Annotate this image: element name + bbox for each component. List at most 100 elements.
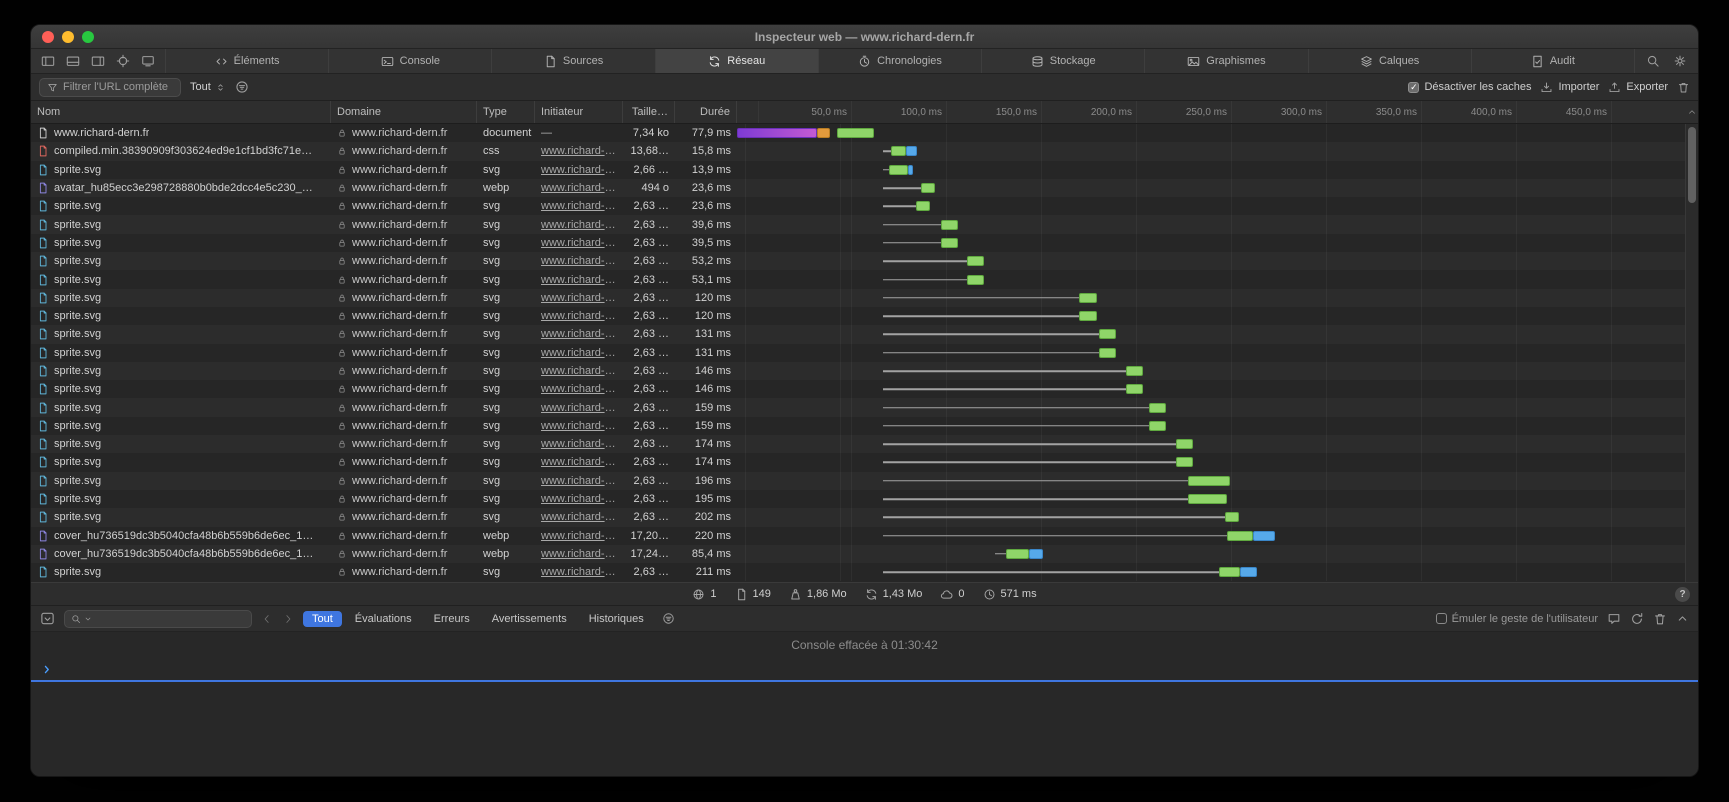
tab-console[interactable]: Console xyxy=(329,49,492,73)
close-button[interactable] xyxy=(42,31,54,43)
network-row[interactable]: sprite.svgwww.richard-dern.frsvgwww.rich… xyxy=(31,398,1698,416)
reload-page-icon[interactable] xyxy=(1630,612,1644,626)
console-scope-historiques[interactable]: Historiques xyxy=(580,611,653,627)
initiator-link[interactable]: www.richard-d… xyxy=(541,200,617,212)
minimize-button[interactable] xyxy=(62,31,74,43)
initiator-link[interactable]: www.richard-d… xyxy=(541,402,617,414)
network-row[interactable]: sprite.svgwww.richard-dern.frsvgwww.rich… xyxy=(31,344,1698,362)
panel-right-icon[interactable] xyxy=(91,54,105,68)
initiator-link[interactable]: www.richard-d… xyxy=(541,255,617,267)
next-result-button[interactable] xyxy=(282,613,294,625)
network-row[interactable]: sprite.svgwww.richard-dern.frsvgwww.rich… xyxy=(31,161,1698,179)
initiator-link[interactable]: www.richard-d… xyxy=(541,219,617,231)
tab-audit[interactable]: Audit xyxy=(1472,49,1635,73)
network-row[interactable]: sprite.svgwww.richard-dern.frsvgwww.rich… xyxy=(31,472,1698,490)
initiator-link[interactable]: www.richard-d… xyxy=(541,438,617,450)
network-row[interactable]: sprite.svgwww.richard-dern.frsvgwww.rich… xyxy=(31,307,1698,325)
initiator-link[interactable]: www.richard-d… xyxy=(541,328,617,340)
network-row[interactable]: sprite.svgwww.richard-dern.frsvgwww.rich… xyxy=(31,435,1698,453)
network-row[interactable]: sprite.svgwww.richard-dern.frsvgwww.rich… xyxy=(31,508,1698,526)
clear-console-trash-icon[interactable] xyxy=(1653,612,1667,626)
type-filter-dropdown[interactable]: Tout xyxy=(190,81,226,93)
console-scope-evaluations[interactable]: Évaluations xyxy=(346,611,421,627)
network-row[interactable]: sprite.svgwww.richard-dern.frsvgwww.rich… xyxy=(31,215,1698,233)
element-picker-icon[interactable] xyxy=(116,54,130,68)
network-row[interactable]: cover_hu736519dc3b5040cfa48b6b559b6de6ec… xyxy=(31,527,1698,545)
console-search-input[interactable] xyxy=(64,610,252,628)
console-evaluations-icon[interactable] xyxy=(1607,612,1621,626)
column-header-init[interactable]: Initiateur xyxy=(535,101,623,123)
tab-storage[interactable]: Stockage xyxy=(982,49,1145,73)
network-row[interactable]: sprite.svgwww.richard-dern.frsvgwww.rich… xyxy=(31,197,1698,215)
scroll-to-top-icon[interactable] xyxy=(1685,101,1698,123)
network-row[interactable]: sprite.svgwww.richard-dern.frsvgwww.rich… xyxy=(31,453,1698,471)
import-button[interactable]: Importer xyxy=(1540,81,1599,94)
export-button[interactable]: Exporter xyxy=(1608,81,1668,94)
network-row[interactable]: compiled.min.38390909f303624ed9e1cf1bd3f… xyxy=(31,142,1698,160)
panel-left-icon[interactable] xyxy=(41,54,55,68)
console-scope-erreurs[interactable]: Erreurs xyxy=(425,611,479,627)
panel-bottom-icon[interactable] xyxy=(66,54,80,68)
settings-gear-icon[interactable] xyxy=(1673,54,1687,68)
column-header-dur[interactable]: Durée xyxy=(675,101,737,123)
expand-console-icon[interactable] xyxy=(1676,612,1689,625)
network-row[interactable]: sprite.svgwww.richard-dern.frsvgwww.rich… xyxy=(31,490,1698,508)
search-icon[interactable] xyxy=(1646,54,1660,68)
zoom-button[interactable] xyxy=(82,31,94,43)
scrollbar-thumb[interactable] xyxy=(1688,127,1696,203)
tab-network[interactable]: Réseau xyxy=(656,49,819,73)
device-icon[interactable] xyxy=(141,54,155,68)
initiator-link[interactable]: www.richard-d… xyxy=(541,420,617,432)
network-row[interactable]: sprite.svgwww.richard-dern.frsvgwww.rich… xyxy=(31,362,1698,380)
filter-toggle-icon[interactable] xyxy=(235,80,249,94)
help-button[interactable]: ? xyxy=(1675,587,1690,602)
vertical-scrollbar[interactable] xyxy=(1685,124,1698,582)
initiator-link[interactable]: www.richard-d… xyxy=(541,182,617,194)
disable-caches-checkbox[interactable]: ✓ Désactiver les caches xyxy=(1408,81,1531,93)
initiator-link[interactable]: www.richard-d… xyxy=(541,310,617,322)
tab-elements[interactable]: Éléments xyxy=(166,49,329,73)
console-dock-icon[interactable] xyxy=(40,611,55,626)
initiator-link[interactable]: www.richard-d… xyxy=(541,548,617,560)
tab-timelines[interactable]: Chronologies xyxy=(819,49,982,73)
initiator-link[interactable]: www.richard-d… xyxy=(541,365,617,377)
tab-layers[interactable]: Calques xyxy=(1309,49,1472,73)
tab-sources[interactable]: Sources xyxy=(492,49,655,73)
initiator-link[interactable]: www.richard-d… xyxy=(541,164,617,176)
initiator-link[interactable]: www.richard-d… xyxy=(541,292,617,304)
previous-result-button[interactable] xyxy=(261,613,273,625)
url-filter-input[interactable]: Filtrer l'URL complète xyxy=(39,78,181,97)
network-row[interactable]: sprite.svgwww.richard-dern.frsvgwww.rich… xyxy=(31,270,1698,288)
console-prompt-input[interactable] xyxy=(31,658,1698,682)
column-header-name[interactable]: Nom xyxy=(31,101,331,123)
network-row[interactable]: sprite.svgwww.richard-dern.frsvgwww.rich… xyxy=(31,325,1698,343)
network-row[interactable]: www.richard-dern.frwww.richard-dern.frdo… xyxy=(31,124,1698,142)
network-row[interactable]: sprite.svgwww.richard-dern.frsvgwww.rich… xyxy=(31,380,1698,398)
console-scope-tout[interactable]: Tout xyxy=(303,611,342,627)
network-row[interactable]: cover_hu736519dc3b5040cfa48b6b559b6de6ec… xyxy=(31,545,1698,563)
network-row[interactable]: avatar_hu85ecc3e298728880b0bde2dcc4e5c23… xyxy=(31,179,1698,197)
initiator-link[interactable]: www.richard-d… xyxy=(541,347,617,359)
tab-graphics[interactable]: Graphismes xyxy=(1145,49,1308,73)
console-filter-icon[interactable] xyxy=(662,612,675,625)
initiator-link[interactable]: www.richard-d… xyxy=(541,145,617,157)
emulate-user-gesture-checkbox[interactable]: Émuler le geste de l'utilisateur xyxy=(1436,613,1598,625)
initiator-link[interactable]: www.richard-d… xyxy=(541,475,617,487)
initiator-link[interactable]: www.richard-d… xyxy=(541,456,617,468)
initiator-link[interactable]: www.richard-d… xyxy=(541,566,617,578)
initiator-link[interactable]: www.richard-d… xyxy=(541,530,617,542)
console-scope-avertissements[interactable]: Avertissements xyxy=(483,611,576,627)
network-row[interactable]: sprite.svgwww.richard-dern.frsvgwww.rich… xyxy=(31,252,1698,270)
initiator-link[interactable]: www.richard-d… xyxy=(541,383,617,395)
initiator-link[interactable]: www.richard-d… xyxy=(541,493,617,505)
initiator-link[interactable]: www.richard-d… xyxy=(541,511,617,523)
column-header-type[interactable]: Type xyxy=(477,101,535,123)
initiator-link[interactable]: www.richard-d… xyxy=(541,237,617,249)
network-row[interactable]: sprite.svgwww.richard-dern.frsvgwww.rich… xyxy=(31,563,1698,581)
network-row[interactable]: sprite.svgwww.richard-dern.frsvgwww.rich… xyxy=(31,417,1698,435)
clear-network-trash-icon[interactable] xyxy=(1677,81,1690,94)
column-header-domain[interactable]: Domaine xyxy=(331,101,477,123)
network-row[interactable]: sprite.svgwww.richard-dern.frsvgwww.rich… xyxy=(31,234,1698,252)
initiator-link[interactable]: www.richard-d… xyxy=(541,274,617,286)
network-row[interactable]: sprite.svgwww.richard-dern.frsvgwww.rich… xyxy=(31,289,1698,307)
